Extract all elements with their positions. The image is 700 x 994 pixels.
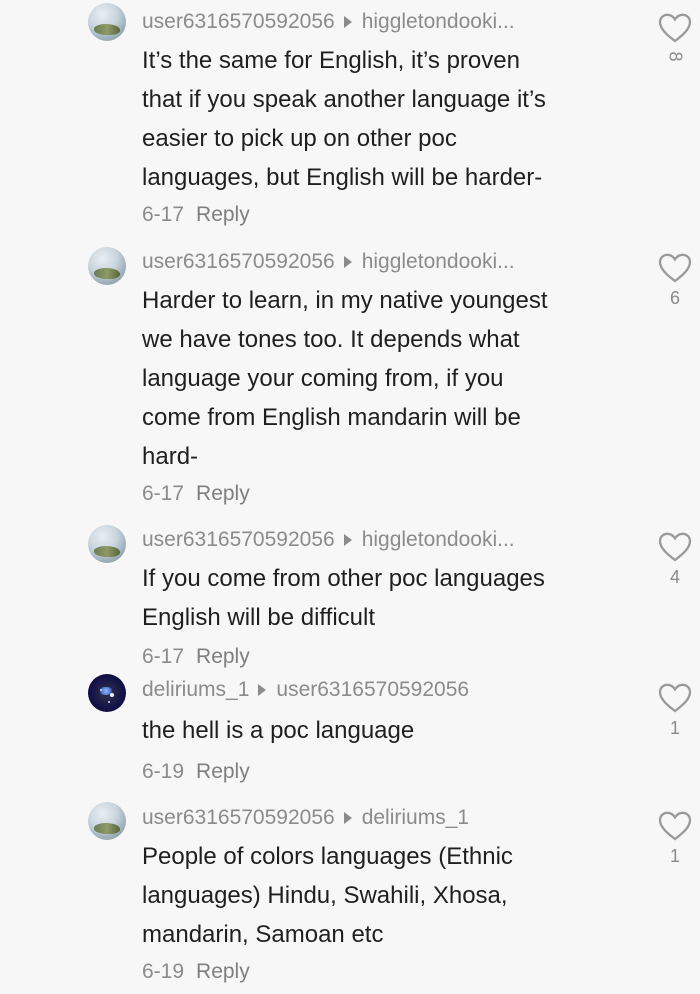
comment-item-1: user6316570592056 higgletondooki... It’s …: [0, 0, 700, 240]
reply-arrow-icon: [343, 811, 352, 824]
reply-button[interactable]: Reply: [196, 645, 250, 668]
like-button[interactable]: 4: [656, 531, 694, 588]
like-button[interactable]: 8: [656, 12, 694, 67]
heart-outline-icon: [658, 683, 692, 713]
like-count: 8: [665, 51, 686, 62]
reply-arrow-icon: [258, 683, 267, 696]
like-button[interactable]: 6: [656, 252, 694, 309]
reply-button[interactable]: Reply: [196, 960, 250, 983]
reply-to-username[interactable]: higgletondooki...: [362, 10, 515, 33]
comment-meta: 6-19 Reply: [142, 760, 250, 784]
comment-username[interactable]: user6316570592056: [142, 528, 335, 551]
comment-meta: 6-17 Reply: [142, 203, 250, 227]
comment-meta: 6-17 Reply: [142, 482, 250, 506]
comment-text: People of colors languages (Ethnic langu…: [142, 843, 513, 948]
comment-username[interactable]: deliriums_1: [142, 678, 249, 701]
comment-username[interactable]: user6316570592056: [142, 10, 335, 33]
reply-arrow-icon: [343, 255, 352, 268]
reply-button[interactable]: Reply: [196, 482, 250, 505]
comment-date: 6-17: [142, 645, 185, 668]
user-avatar[interactable]: [88, 3, 126, 41]
comment-date: 6-19: [142, 760, 185, 783]
comment-item-2: user6316570592056 higgletondooki... Harde…: [0, 241, 700, 521]
comment-date: 6-17: [142, 203, 185, 226]
reply-button[interactable]: Reply: [196, 203, 250, 226]
heart-outline-icon: [658, 253, 692, 283]
heart-outline-icon: [658, 532, 692, 562]
comment-text: If you come from other poc languages Eng…: [142, 565, 545, 631]
comment-item-5: user6316570592056 deliriums_1 People of c…: [0, 799, 700, 994]
reply-to-username[interactable]: higgletondooki...: [362, 528, 515, 551]
reply-to-username[interactable]: deliriums_1: [362, 806, 469, 829]
like-count: 4: [669, 567, 680, 587]
like-button[interactable]: 1: [656, 810, 694, 867]
like-count: 1: [669, 846, 680, 866]
comment-header: user6316570592056 higgletondooki...: [142, 10, 515, 34]
comment-item-3: user6316570592056 higgletondooki... If yo…: [0, 521, 700, 671]
reply-button[interactable]: Reply: [196, 760, 250, 783]
reply-arrow-icon: [343, 533, 352, 546]
user-avatar[interactable]: [88, 247, 126, 285]
comment-meta: 6-17 Reply: [142, 645, 250, 669]
comment-text: the hell is a poc language: [142, 717, 415, 744]
comment-meta: 6-19 Reply: [142, 960, 250, 984]
comment-date: 6-19: [142, 960, 185, 983]
comment-item-4: deliriums_1 user6316570592056 the hell is…: [0, 671, 700, 791]
like-count: 1: [669, 718, 680, 738]
like-button[interactable]: 1: [656, 682, 694, 739]
comment-header: deliriums_1 user6316570592056: [142, 678, 469, 702]
like-count: 6: [669, 288, 680, 308]
comment-header: user6316570592056 deliriums_1: [142, 806, 469, 830]
user-avatar[interactable]: [88, 802, 126, 840]
heart-outline-icon: [658, 811, 692, 841]
comment-username[interactable]: user6316570592056: [142, 806, 335, 829]
comment-username[interactable]: user6316570592056: [142, 250, 335, 273]
user-avatar[interactable]: [88, 674, 126, 712]
reply-to-username[interactable]: user6316570592056: [276, 678, 469, 701]
user-avatar[interactable]: [88, 525, 126, 563]
comment-header: user6316570592056 higgletondooki...: [142, 250, 515, 274]
comment-text: Harder to learn, in my native youngest w…: [142, 287, 548, 470]
comment-date: 6-17: [142, 482, 185, 505]
comment-header: user6316570592056 higgletondooki...: [142, 528, 515, 552]
comment-text: It’s the same for English, it’s proven t…: [142, 47, 546, 191]
reply-to-username[interactable]: higgletondooki...: [362, 250, 515, 273]
reply-arrow-icon: [343, 15, 352, 28]
